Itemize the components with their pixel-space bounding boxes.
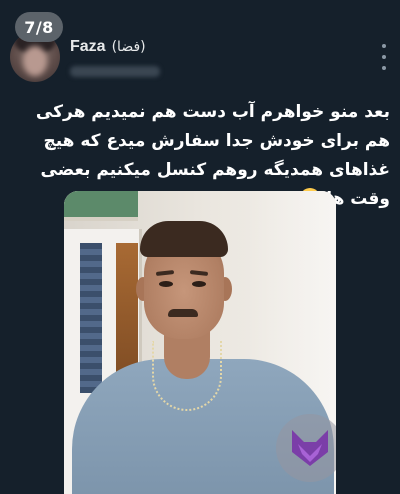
thread-counter-badge: 7/8	[15, 12, 63, 42]
author-handle-blurred	[70, 66, 160, 77]
more-dot	[382, 66, 386, 70]
photo-man-hair	[140, 221, 228, 257]
avatar-blur-face	[23, 46, 47, 76]
more-dot	[382, 55, 386, 59]
more-options-icon[interactable]	[380, 44, 388, 70]
author-name-row[interactable]: Faza (فضا)	[70, 38, 146, 56]
fox-logo-svg	[292, 430, 328, 466]
photo-window	[64, 191, 138, 221]
photo-man-eye-left	[159, 281, 173, 287]
photo-man-mustache	[168, 309, 198, 317]
fox-logo-icon	[276, 414, 336, 482]
author-name[interactable]: Faza	[70, 38, 106, 56]
tweet-media-image[interactable]	[64, 191, 336, 494]
photo-man-eye-right	[192, 281, 206, 287]
author-name-persian[interactable]: (فضا)	[112, 39, 146, 55]
more-dot	[382, 44, 386, 48]
photo-door-blue	[80, 243, 102, 393]
photo-man-chain	[152, 341, 222, 411]
